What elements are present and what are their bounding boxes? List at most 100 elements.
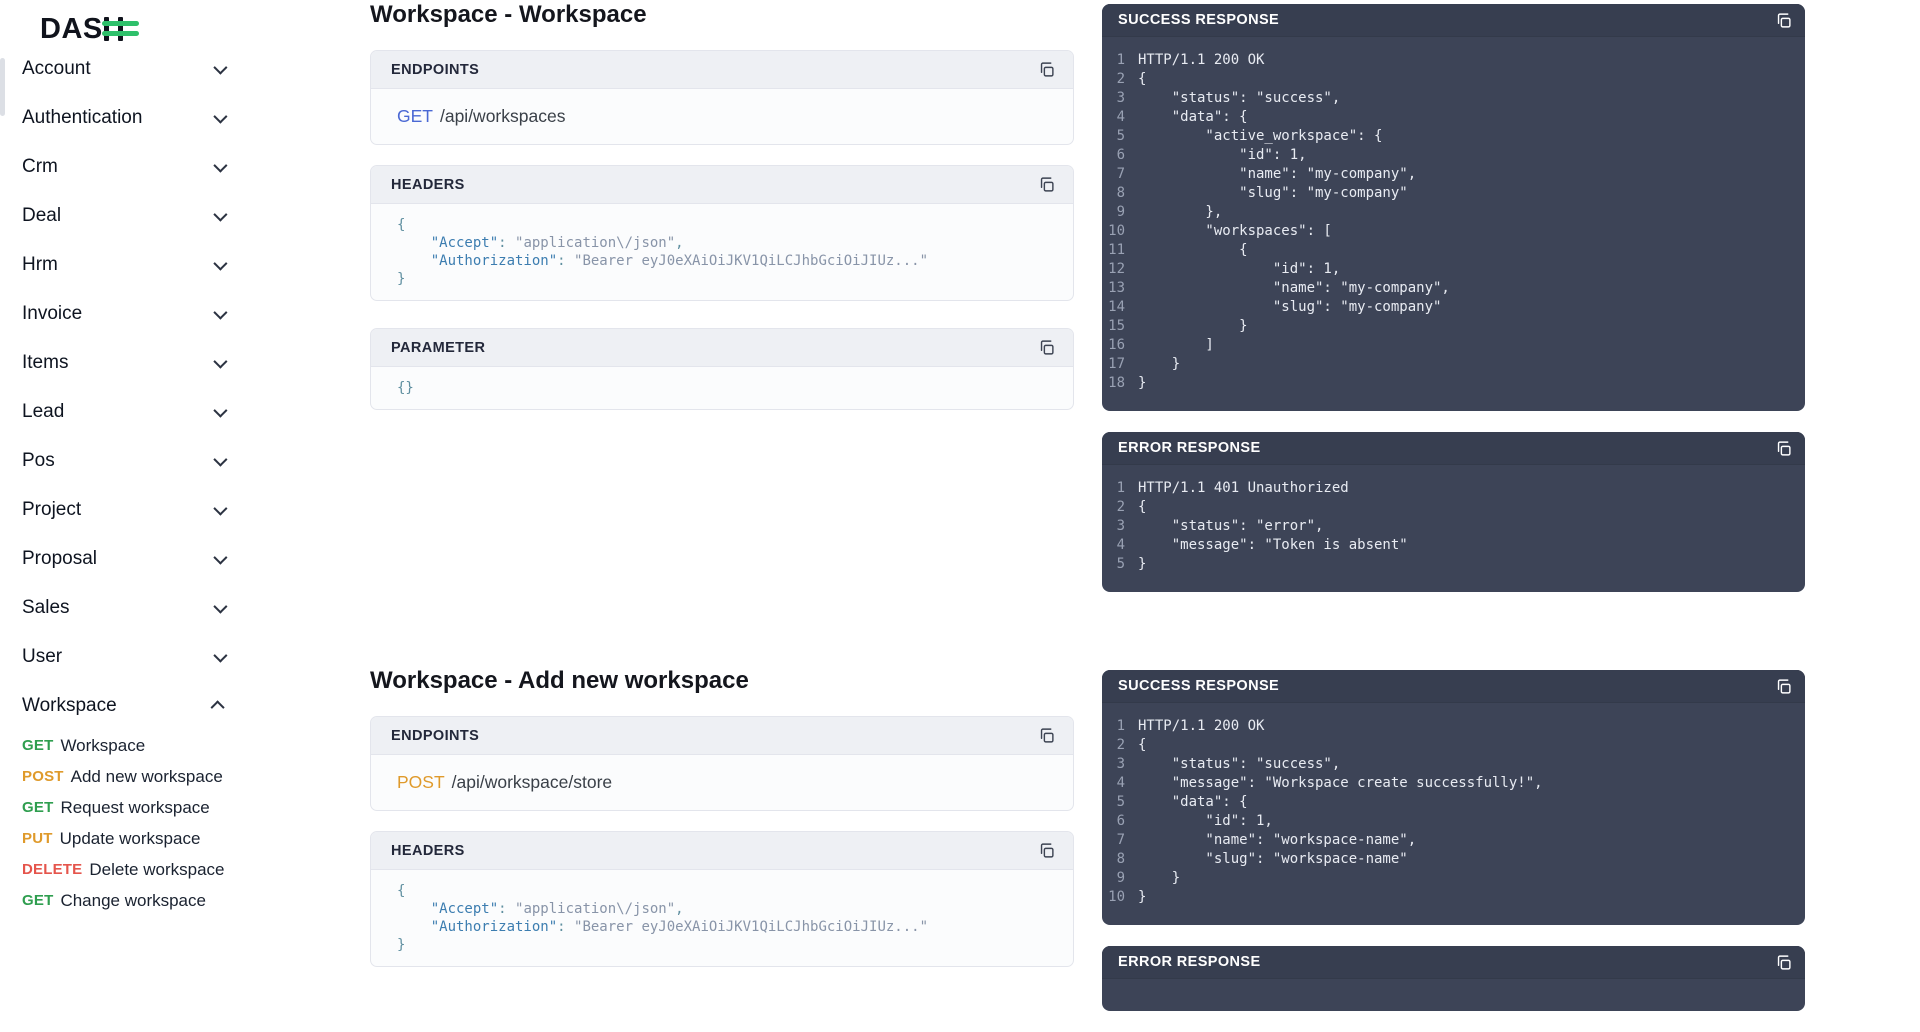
sidebar-item[interactable]: Authentication — [0, 93, 250, 142]
sidebar-item[interactable]: Deal — [0, 191, 250, 240]
code-line: 13 "name": "my-company", — [1102, 279, 1805, 298]
chevron-down-icon — [211, 700, 225, 714]
chevron-down-icon — [213, 403, 227, 417]
main-content: Workspace - Workspace ENDPOINTS GET/api/… — [370, 0, 1805, 1032]
section-add-new-workspace: Workspace - Add new workspace ENDPOINTS … — [370, 666, 1805, 1032]
copy-icon[interactable] — [1038, 339, 1055, 356]
sidebar-item-label: User — [22, 646, 62, 668]
workspace-submenu-item[interactable]: GET Change workspace — [0, 885, 250, 916]
code-text: { — [397, 882, 405, 900]
code-text: "slug": "my-company" — [1138, 184, 1408, 203]
line-number: 2 — [1102, 498, 1138, 517]
code-line: {} — [397, 379, 1053, 397]
http-method-label: PUT — [22, 830, 53, 847]
code-line: 6 "id": 1, — [1102, 812, 1805, 831]
sidebar-item[interactable]: Workspace — [0, 681, 250, 730]
workspace-submenu-item[interactable]: GET Request workspace — [0, 792, 250, 823]
logo-dash-green — [102, 21, 139, 26]
code-text: "status": "success", — [1138, 89, 1340, 108]
copy-icon[interactable] — [1038, 727, 1055, 744]
line-number: 16 — [1102, 336, 1138, 355]
headers-card: HEADERS { "Accept": "application\/json",… — [370, 831, 1074, 967]
parameter-code-block: {} — [371, 367, 1073, 409]
code-text: "name": "my-company", — [1138, 279, 1450, 298]
copy-icon[interactable] — [1775, 954, 1792, 971]
code-text: { — [1138, 498, 1146, 517]
code-line: 9 } — [1102, 869, 1805, 888]
code-line: 1HTTP/1.1 200 OK — [1102, 717, 1805, 736]
response-panel-header: ERROR RESPONSE — [1102, 946, 1805, 979]
sidebar-item[interactable]: Hrm — [0, 240, 250, 289]
chevron-down-icon — [213, 648, 227, 662]
sidebar-item[interactable]: Account — [0, 44, 250, 93]
code-line: 4 "data": { — [1102, 108, 1805, 127]
logo-dash-green — [102, 31, 139, 36]
card-header: PARAMETER — [371, 329, 1073, 367]
copy-icon[interactable] — [1038, 176, 1055, 193]
submenu-item-label: Delete workspace — [89, 860, 224, 880]
copy-icon[interactable] — [1775, 12, 1792, 29]
code-line: 18} — [1102, 374, 1805, 393]
sidebar-item[interactable]: User — [0, 632, 250, 681]
workspace-submenu-item[interactable]: POST Add new workspace — [0, 761, 250, 792]
sidebar-item-label: Crm — [22, 156, 58, 178]
code-line: } — [397, 270, 1053, 288]
line-number: 11 — [1102, 241, 1138, 260]
copy-icon[interactable] — [1775, 678, 1792, 695]
workspace-submenu-item[interactable]: PUT Update workspace — [0, 823, 250, 854]
code-line: 10 "workspaces": [ — [1102, 222, 1805, 241]
sidebar-item-label: Authentication — [22, 107, 142, 129]
code-text: "name": "my-company", — [1138, 165, 1416, 184]
copy-icon[interactable] — [1038, 61, 1055, 78]
code-text: "message": "Token is absent" — [1138, 536, 1408, 555]
workspace-submenu-item[interactable]: GET Workspace — [0, 730, 250, 761]
chevron-down-icon — [213, 501, 227, 515]
chevron-down-icon — [213, 452, 227, 466]
logo-h-mark — [104, 17, 129, 41]
line-number: 10 — [1102, 888, 1138, 907]
code-line: 5 "data": { — [1102, 793, 1805, 812]
line-number: 1 — [1102, 51, 1138, 70]
line-number: 1 — [1102, 717, 1138, 736]
code-text: HTTP/1.1 200 OK — [1138, 51, 1264, 70]
http-method-label: GET — [22, 737, 53, 754]
card-header: HEADERS — [371, 832, 1073, 870]
sidebar-nav: Account Authentication Crm Deal — [0, 44, 250, 730]
code-line: 4 "message": "Token is absent" — [1102, 536, 1805, 555]
app-logo[interactable]: DAS — [40, 14, 250, 44]
card-header: ENDPOINTS — [371, 51, 1073, 89]
sidebar-item[interactable]: Invoice — [0, 289, 250, 338]
line-number: 14 — [1102, 298, 1138, 317]
code-text: HTTP/1.1 200 OK — [1138, 717, 1264, 736]
copy-icon[interactable] — [1775, 440, 1792, 457]
chevron-down-icon — [213, 305, 227, 319]
code-line: 2{ — [1102, 70, 1805, 89]
code-text: } — [1138, 355, 1180, 374]
copy-icon[interactable] — [1038, 842, 1055, 859]
code-text: "id": 1, — [1138, 812, 1273, 831]
line-number: 8 — [1102, 850, 1138, 869]
sidebar: DAS Account Authentication Crm — [0, 0, 250, 930]
sidebar-item[interactable]: Proposal — [0, 534, 250, 583]
code-text: "status": "error", — [1138, 517, 1323, 536]
sidebar-item[interactable]: Lead — [0, 387, 250, 436]
sidebar-item[interactable]: Items — [0, 338, 250, 387]
sidebar-item[interactable]: Project — [0, 485, 250, 534]
sidebar-item-label: Proposal — [22, 548, 97, 570]
chevron-down-icon — [213, 158, 227, 172]
line-number: 1 — [1102, 479, 1138, 498]
endpoint-method: GET — [397, 106, 433, 126]
code-text: "Authorization": "Bearer eyJ0eXAiOiJKV1Q… — [397, 918, 928, 936]
line-number: 2 — [1102, 736, 1138, 755]
sidebar-item[interactable]: Crm — [0, 142, 250, 191]
line-number: 9 — [1102, 869, 1138, 888]
code-line: "Accept": "application\/json", — [397, 234, 1053, 252]
workspace-submenu-item[interactable]: DELETE Delete workspace — [0, 854, 250, 885]
sidebar-item[interactable]: Sales — [0, 583, 250, 632]
code-line: 7 "name": "workspace-name", — [1102, 831, 1805, 850]
chevron-down-icon — [213, 109, 227, 123]
sidebar-scrollbar-thumb[interactable] — [0, 58, 5, 116]
line-number: 2 — [1102, 70, 1138, 89]
code-line: 3 "status": "success", — [1102, 755, 1805, 774]
sidebar-item[interactable]: Pos — [0, 436, 250, 485]
